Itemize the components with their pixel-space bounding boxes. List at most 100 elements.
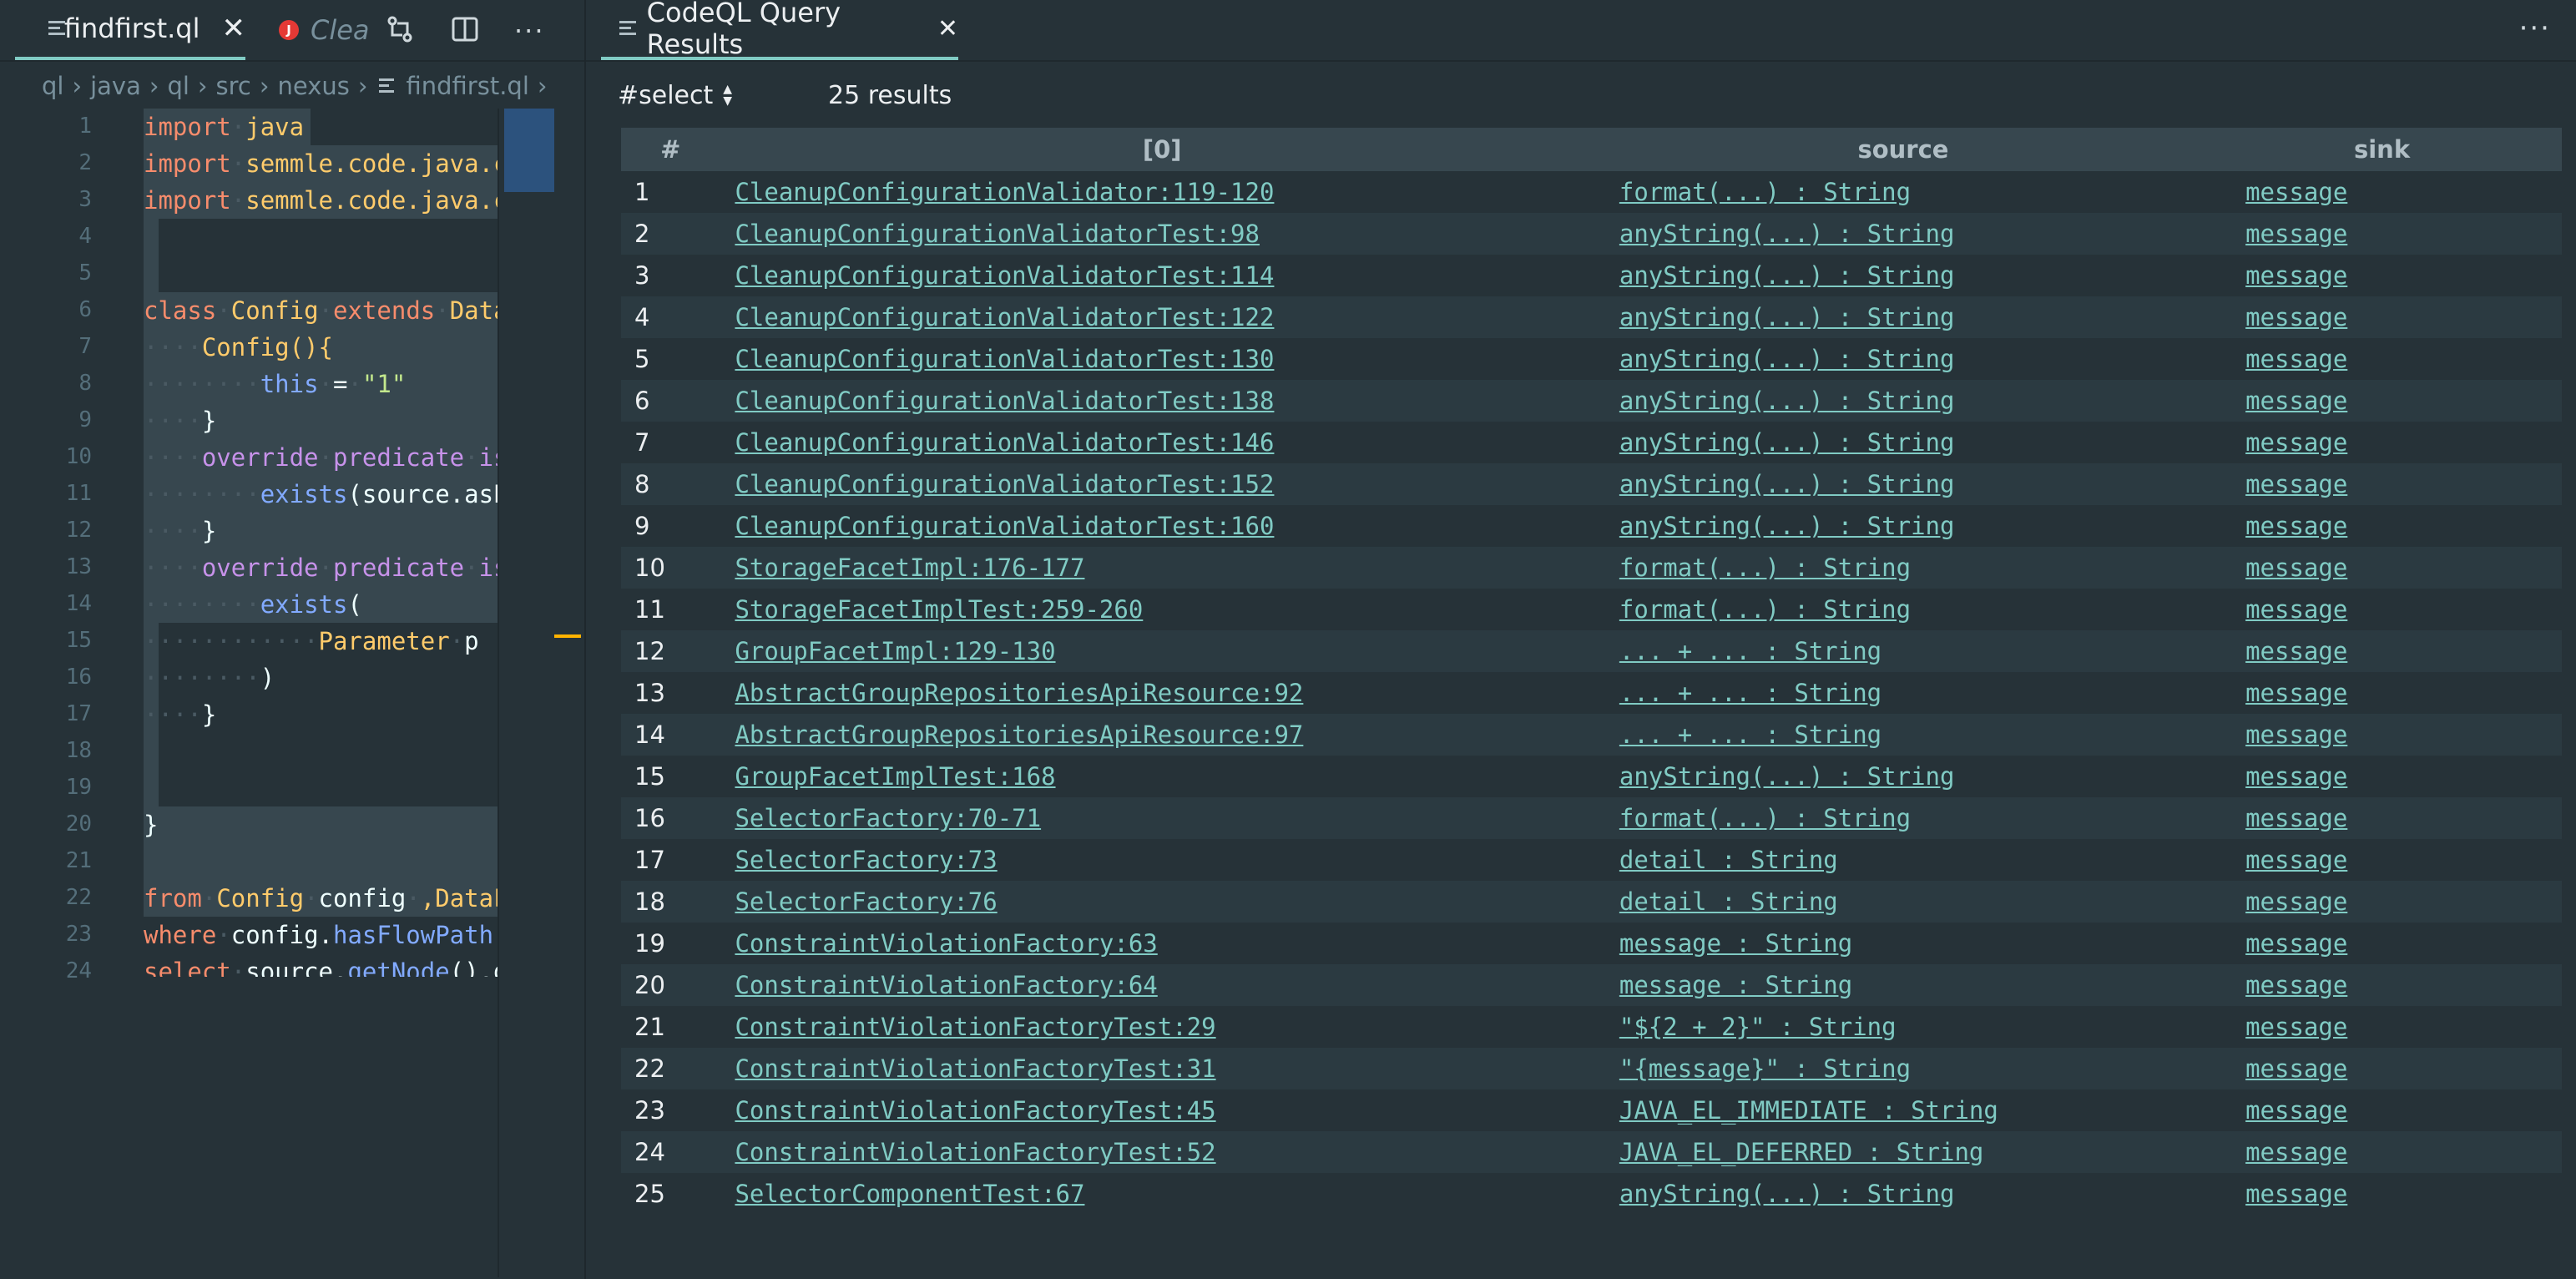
source-link[interactable]: anyString(...) : String — [1619, 303, 1955, 331]
element-link[interactable]: CleanupConfigurationValidatorTest:152 — [735, 470, 1274, 498]
breadcrumb-item[interactable]: java — [90, 72, 141, 100]
sink-link[interactable]: message — [2245, 637, 2347, 665]
more-actions-icon[interactable]: ··· — [2519, 12, 2551, 45]
sink-link[interactable]: message — [2245, 1138, 2347, 1166]
source-link[interactable]: format(...) : String — [1619, 804, 1911, 832]
element-link[interactable]: ConstraintViolationFactoryTest:45 — [735, 1096, 1215, 1125]
element-link[interactable]: ConstraintViolationFactoryTest:29 — [735, 1013, 1215, 1041]
sink-link[interactable]: message — [2245, 1096, 2347, 1125]
sink-link[interactable]: message — [2245, 1180, 2347, 1208]
breadcrumb-item[interactable]: ql — [42, 72, 63, 100]
source-link[interactable]: anyString(...) : String — [1619, 762, 1955, 791]
source-link[interactable]: "{message}" : String — [1619, 1054, 1911, 1083]
sink-link[interactable]: message — [2245, 804, 2347, 832]
sink-link[interactable]: message — [2245, 220, 2347, 248]
element-link[interactable]: ConstraintViolationFactory:63 — [735, 929, 1157, 958]
split-editor-icon[interactable] — [451, 15, 479, 50]
source-link[interactable]: ... + ... : String — [1619, 637, 1881, 665]
element-link[interactable]: CleanupConfigurationValidatorTest:114 — [735, 261, 1274, 290]
cell-element: CleanupConfigurationValidatorTest:138 — [720, 380, 1604, 422]
source-link[interactable]: format(...) : String — [1619, 178, 1911, 206]
result-set-select[interactable]: #select ▲ ▼ — [618, 70, 732, 120]
element-link[interactable]: AbstractGroupRepositoriesApiResource:97 — [735, 720, 1303, 749]
element-link[interactable]: GroupFacetImpl:129-130 — [735, 637, 1055, 665]
element-link[interactable]: CleanupConfigurationValidatorTest:98 — [735, 220, 1260, 248]
element-link[interactable]: AbstractGroupRepositoriesApiResource:92 — [735, 679, 1303, 707]
source-link[interactable]: message : String — [1619, 929, 1852, 958]
source-link[interactable]: ... + ... : String — [1619, 720, 1881, 749]
line-number: 23 — [65, 922, 92, 947]
source-link[interactable]: anyString(...) : String — [1619, 261, 1955, 290]
tab-codeql-results[interactable]: CodeQL Query Results ✕ — [601, 0, 958, 60]
element-link[interactable]: CleanupConfigurationValidatorTest:160 — [735, 512, 1274, 540]
column-header-sink[interactable]: sink — [2202, 128, 2562, 171]
sink-link[interactable]: message — [2245, 762, 2347, 791]
git-compare-icon[interactable] — [386, 15, 414, 50]
source-link[interactable]: JAVA_EL_IMMEDIATE : String — [1619, 1096, 1998, 1125]
source-link[interactable]: anyString(...) : String — [1619, 387, 1955, 415]
sink-link[interactable]: message — [2245, 512, 2347, 540]
element-link[interactable]: CleanupConfigurationValidatorTest:130 — [735, 345, 1274, 373]
element-link[interactable]: StorageFacetImplTest:259-260 — [735, 595, 1143, 624]
cell-sink: message — [2202, 589, 2562, 630]
close-icon[interactable]: ✕ — [222, 12, 246, 45]
tab-ghost[interactable]: J Clea — [279, 0, 370, 60]
element-link[interactable]: SelectorFactory:76 — [735, 887, 997, 916]
source-link[interactable]: anyString(...) : String — [1619, 1180, 1955, 1208]
sink-link[interactable]: message — [2245, 1054, 2347, 1083]
element-link[interactable]: SelectorFactory:73 — [735, 846, 997, 874]
breadcrumb-item[interactable]: nexus — [277, 72, 349, 100]
breadcrumb-item[interactable]: src — [216, 72, 251, 100]
column-header-index[interactable]: # — [621, 128, 720, 171]
element-link[interactable]: SelectorComponentTest:67 — [735, 1180, 1084, 1208]
sink-link[interactable]: message — [2245, 679, 2347, 707]
source-link[interactable]: format(...) : String — [1619, 595, 1911, 624]
element-link[interactable]: CleanupConfigurationValidatorTest:122 — [735, 303, 1274, 331]
source-link[interactable]: detail : String — [1619, 887, 1838, 916]
sink-link[interactable]: message — [2245, 345, 2347, 373]
sink-link[interactable]: message — [2245, 720, 2347, 749]
sink-link[interactable]: message — [2245, 261, 2347, 290]
sink-link[interactable]: message — [2245, 1013, 2347, 1041]
source-link[interactable]: format(...) : String — [1619, 554, 1911, 582]
sink-link[interactable]: message — [2245, 887, 2347, 916]
sink-link[interactable]: message — [2245, 846, 2347, 874]
breadcrumb-item[interactable]: ql — [167, 72, 189, 100]
source-link[interactable]: anyString(...) : String — [1619, 512, 1955, 540]
sink-link[interactable]: message — [2245, 470, 2347, 498]
source-link[interactable]: anyString(...) : String — [1619, 428, 1955, 457]
element-link[interactable]: CleanupConfigurationValidator:119-120 — [735, 178, 1274, 206]
element-link[interactable]: CleanupConfigurationValidatorTest:146 — [735, 428, 1274, 457]
tab-findfirst[interactable]: findfirst.ql ✕ — [15, 0, 245, 60]
sink-link[interactable]: message — [2245, 387, 2347, 415]
element-link[interactable]: ConstraintViolationFactoryTest:31 — [735, 1054, 1215, 1083]
more-actions-icon[interactable]: ··· — [514, 15, 545, 47]
source-link[interactable]: message : String — [1619, 971, 1852, 999]
source-link[interactable]: anyString(...) : String — [1619, 220, 1955, 248]
element-link[interactable]: GroupFacetImplTest:168 — [735, 762, 1055, 791]
source-link[interactable]: ... + ... : String — [1619, 679, 1881, 707]
source-link[interactable]: detail : String — [1619, 846, 1838, 874]
source-link[interactable]: anyString(...) : String — [1619, 470, 1955, 498]
code-editor[interactable]: import·java import·semmle.code.java.c im… — [144, 109, 498, 977]
sink-link[interactable]: message — [2245, 595, 2347, 624]
sink-link[interactable]: message — [2245, 428, 2347, 457]
column-header-source[interactable]: source — [1604, 128, 2203, 171]
breadcrumb-item[interactable]: findfirst.ql — [406, 72, 528, 100]
sink-link[interactable]: message — [2245, 303, 2347, 331]
source-link[interactable]: anyString(...) : String — [1619, 345, 1955, 373]
element-link[interactable]: ConstraintViolationFactory:64 — [735, 971, 1157, 999]
sink-link[interactable]: message — [2245, 971, 2347, 999]
source-link[interactable]: "${2 + 2}" : String — [1619, 1013, 1897, 1041]
element-link[interactable]: CleanupConfigurationValidatorTest:138 — [735, 387, 1274, 415]
sink-link[interactable]: message — [2245, 929, 2347, 958]
minimap-viewport[interactable] — [504, 109, 554, 192]
source-link[interactable]: JAVA_EL_DEFERRED : String — [1619, 1138, 1984, 1166]
column-header-0[interactable]: [0] — [720, 128, 1604, 171]
sink-link[interactable]: message — [2245, 178, 2347, 206]
element-link[interactable]: StorageFacetImpl:176-177 — [735, 554, 1084, 582]
close-icon[interactable]: ✕ — [937, 14, 958, 43]
element-link[interactable]: SelectorFactory:70-71 — [735, 804, 1041, 832]
element-link[interactable]: ConstraintViolationFactoryTest:52 — [735, 1138, 1215, 1166]
sink-link[interactable]: message — [2245, 554, 2347, 582]
